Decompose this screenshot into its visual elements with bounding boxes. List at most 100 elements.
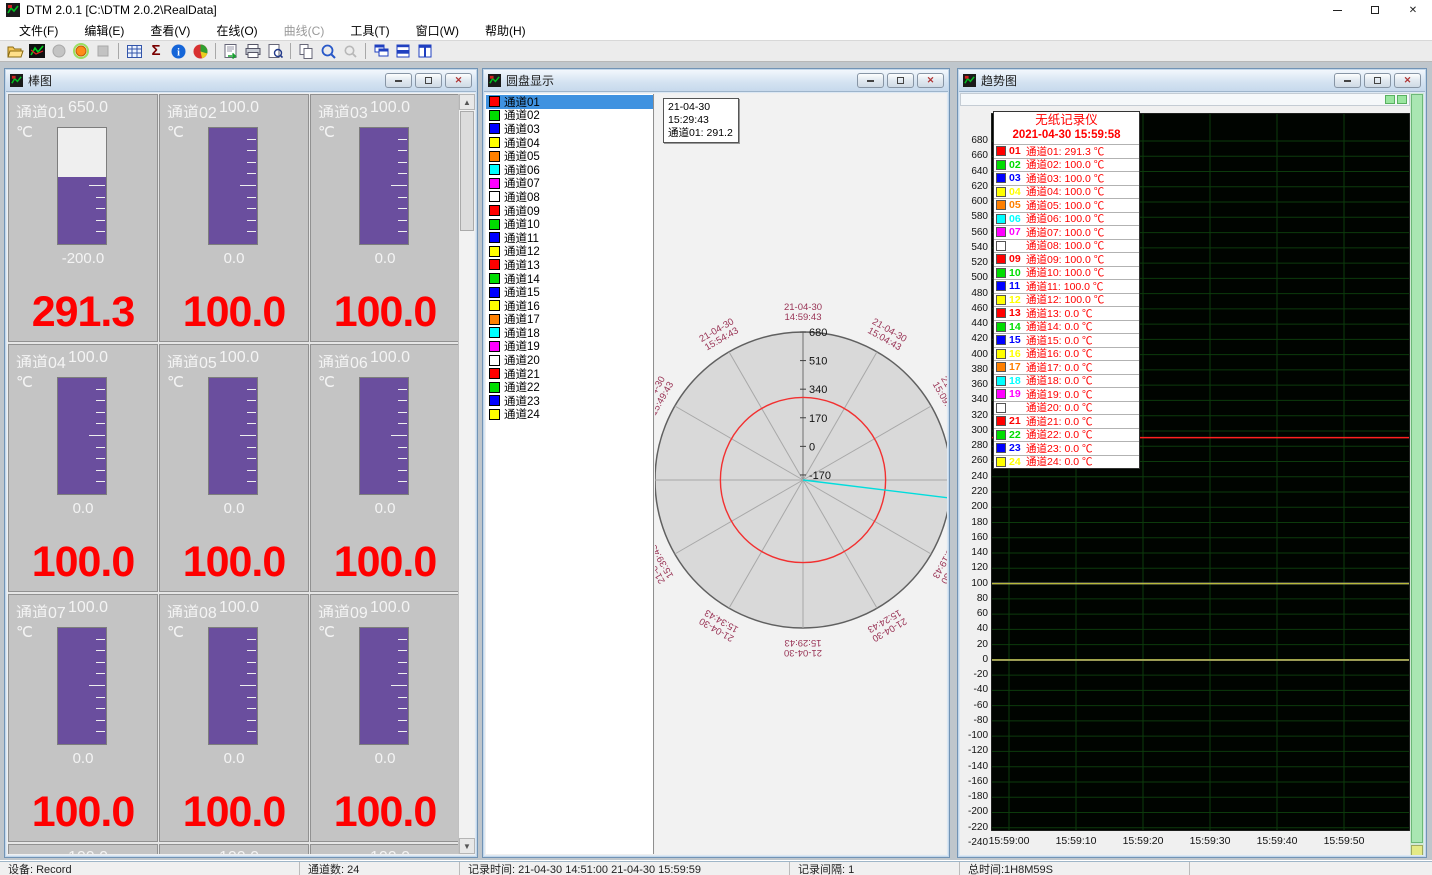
channel-list-item[interactable]: 通道24 bbox=[486, 408, 653, 422]
bar-tick bbox=[96, 173, 105, 174]
bar-tick bbox=[96, 389, 105, 390]
bar-graph-title-bar[interactable]: 棒图 ✕ bbox=[6, 70, 476, 92]
bar-tick bbox=[96, 481, 105, 482]
channel-value: 100.0 bbox=[311, 538, 459, 587]
bar-close-button[interactable]: ✕ bbox=[445, 73, 472, 88]
menu-item-6[interactable]: 工具(T) bbox=[337, 20, 402, 41]
cascade-windows-button[interactable] bbox=[371, 42, 391, 60]
bar-cell: 通道01650.0℃-200.0291.3 bbox=[8, 94, 158, 342]
legend-channel-number: 07 bbox=[1009, 226, 1026, 238]
channel-color-swatch bbox=[489, 409, 500, 420]
copy-button[interactable] bbox=[296, 42, 316, 60]
trend-close-button[interactable]: ✕ bbox=[1394, 73, 1421, 88]
legend-row: 16通道16: 0.0 ℃ bbox=[994, 347, 1139, 361]
trend-vertical-scrollbar[interactable] bbox=[1410, 93, 1424, 855]
tile-vertical-button[interactable] bbox=[415, 42, 435, 60]
bar-tick bbox=[96, 731, 105, 732]
menu-item-7[interactable]: 窗口(W) bbox=[403, 20, 472, 41]
channel-unit: ℃ bbox=[318, 373, 335, 391]
info-button[interactable]: i bbox=[168, 42, 188, 60]
legend-color-swatch bbox=[996, 349, 1006, 359]
dial-time-label: 21-04-3015:54:43 bbox=[698, 316, 741, 353]
dial-radial-label: 510 bbox=[809, 356, 827, 368]
scrollbar-block[interactable] bbox=[1385, 95, 1395, 104]
channel-max-value: 100.0 bbox=[219, 849, 259, 854]
legend-row: 18通道18: 0.0 ℃ bbox=[994, 374, 1139, 388]
scrollbar-thumb[interactable] bbox=[1411, 94, 1423, 843]
main-title-bar[interactable]: DTM 2.0.1 [C:\DTM 2.0.2\RealData] ✕ bbox=[0, 0, 1432, 20]
legend-channel-number: 24 bbox=[1009, 456, 1026, 468]
legend-row: 12通道12: 100.0 ℃ bbox=[994, 293, 1139, 307]
y-axis-label: 180 bbox=[960, 517, 988, 528]
channel-unit: ℃ bbox=[16, 623, 33, 641]
maximize-button[interactable] bbox=[1356, 0, 1394, 20]
y-axis-label: 80 bbox=[960, 593, 988, 604]
bar-maximize-button[interactable] bbox=[415, 73, 442, 88]
trend-horizontal-scrollbar[interactable] bbox=[960, 93, 1410, 106]
y-axis-label: 440 bbox=[960, 318, 988, 329]
channel-max-value: 100.0 bbox=[370, 599, 410, 617]
y-axis-label: -40 bbox=[960, 684, 988, 695]
menu-item-1[interactable]: 文件(F) bbox=[6, 20, 71, 41]
dial-maximize-button[interactable] bbox=[887, 73, 914, 88]
legend-row: 02通道02: 100.0 ℃ bbox=[994, 158, 1139, 172]
channel-name: 通道07 bbox=[16, 599, 66, 618]
dial-title-bar[interactable]: 圆盘显示 ✕ bbox=[484, 70, 948, 92]
legend-datetime: 2021-04-30 15:59:58 bbox=[994, 128, 1139, 144]
y-axis-label: 200 bbox=[960, 501, 988, 512]
bar-track bbox=[208, 627, 258, 745]
channel-color-swatch bbox=[489, 219, 500, 230]
bar-tick bbox=[247, 662, 256, 663]
menu-item-3[interactable]: 查看(V) bbox=[137, 20, 203, 41]
toolbar-separator bbox=[365, 43, 366, 59]
channel-name: 通道02 bbox=[167, 99, 217, 118]
bar-tick bbox=[89, 685, 105, 686]
view-data-button[interactable] bbox=[27, 42, 47, 60]
tile-horizontal-button[interactable] bbox=[393, 42, 413, 60]
bar-scrollbar[interactable]: ▲ ▼ bbox=[458, 94, 474, 854]
print-button[interactable] bbox=[243, 42, 263, 60]
dial-minimize-button[interactable] bbox=[857, 73, 884, 88]
channel-min-value: 0.0 bbox=[311, 500, 459, 517]
pie-chart-button[interactable] bbox=[190, 42, 210, 60]
legend-color-swatch bbox=[996, 403, 1006, 413]
bar-tick bbox=[398, 389, 407, 390]
open-file-button[interactable] bbox=[5, 42, 25, 60]
close-button[interactable]: ✕ bbox=[1394, 0, 1432, 20]
export-data-button[interactable] bbox=[221, 42, 241, 60]
minimize-button[interactable] bbox=[1318, 0, 1356, 20]
menu-item-8[interactable]: 帮助(H) bbox=[472, 20, 539, 41]
record-active-button[interactable] bbox=[71, 42, 91, 60]
trend-minimize-button[interactable] bbox=[1334, 73, 1361, 88]
scroll-up-icon[interactable]: ▲ bbox=[459, 94, 475, 110]
channel-color-swatch bbox=[489, 273, 500, 284]
channel-color-swatch bbox=[489, 341, 500, 352]
menu-item-2[interactable]: 编辑(E) bbox=[71, 20, 137, 41]
channel-name: 通道11 bbox=[167, 849, 217, 854]
bar-tick bbox=[398, 150, 407, 151]
scrollbar-thumb[interactable] bbox=[460, 111, 474, 231]
trend-maximize-button[interactable] bbox=[1364, 73, 1391, 88]
bar-tick bbox=[96, 150, 105, 151]
print-preview-button[interactable] bbox=[265, 42, 285, 60]
bar-tick bbox=[398, 162, 407, 163]
bar-track bbox=[208, 127, 258, 245]
scroll-down-icon[interactable]: ▼ bbox=[459, 838, 475, 854]
legend-row: 22通道22: 0.0 ℃ bbox=[994, 428, 1139, 442]
statistics-sigma-button[interactable]: Σ bbox=[146, 42, 166, 60]
scrollbar-button[interactable] bbox=[1411, 845, 1423, 855]
scrollbar-block[interactable] bbox=[1397, 95, 1407, 104]
channel-color-swatch bbox=[489, 232, 500, 243]
y-axis-label: 640 bbox=[960, 166, 988, 177]
legend-channel-number: 08 bbox=[1009, 240, 1026, 252]
bar-minimize-button[interactable] bbox=[385, 73, 412, 88]
table-view-button[interactable] bbox=[124, 42, 144, 60]
zoom-button[interactable] bbox=[318, 42, 338, 60]
dial-close-button[interactable]: ✕ bbox=[917, 73, 944, 88]
bar-tick bbox=[240, 185, 256, 186]
bar-tick bbox=[391, 435, 407, 436]
legend-color-swatch bbox=[996, 254, 1006, 264]
trend-title-bar[interactable]: 趋势图 ✕ bbox=[959, 70, 1425, 92]
menu-item-4[interactable]: 在线(O) bbox=[203, 20, 270, 41]
legend-color-swatch bbox=[996, 241, 1006, 251]
